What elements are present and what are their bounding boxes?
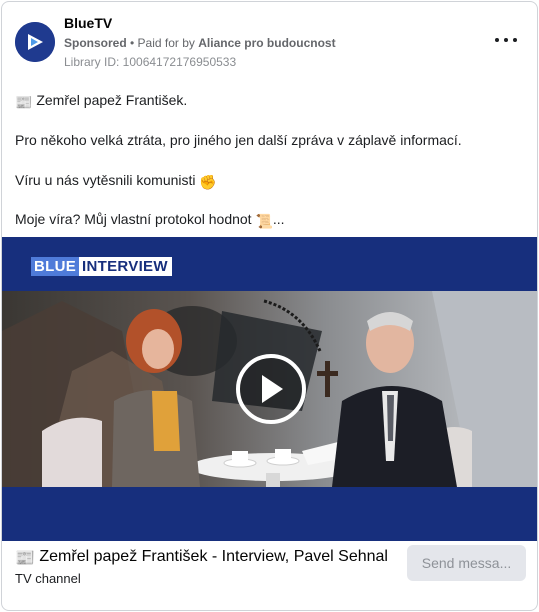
newspaper-icon: 📰	[15, 94, 33, 110]
video-banner-bottom	[2, 487, 537, 541]
post-line-2: Pro někoho velká ztráta, pro jiného jen …	[15, 132, 462, 148]
bluetv-logo-icon	[15, 22, 55, 62]
more-dot-icon	[504, 38, 508, 42]
more-dot-icon	[495, 38, 499, 42]
sponsored-line: Sponsored • Paid for by Aliance pro budo…	[64, 36, 336, 50]
link-title[interactable]: 📰 Zemřel papež František - Interview, Pa…	[15, 548, 388, 568]
see-more-ellipsis[interactable]: ...	[273, 211, 285, 227]
post-line-4: Moje víra? Můj vlastní protokol hodnot 📜…	[15, 211, 285, 230]
payer-name[interactable]: Aliance pro budoucnost	[198, 36, 335, 50]
more-options-button[interactable]	[495, 32, 517, 48]
sponsored-label[interactable]: Sponsored	[64, 36, 127, 50]
link-title-text: Zemřel papež František - Interview, Pave…	[39, 548, 388, 565]
scroll-icon: 📜	[255, 213, 273, 229]
post-line-4-text: Moje víra? Můj vlastní protokol hodnot	[15, 211, 252, 227]
play-icon	[262, 375, 283, 403]
post-line-3: Víru u nás vytěsnili komunisti ✊	[15, 172, 217, 191]
page-name[interactable]: BlueTV	[64, 15, 112, 31]
post-line-3-text: Víru u nás vytěsnili komunisti	[15, 172, 196, 188]
video-player[interactable]: BLUE INTERVIEW	[2, 237, 537, 541]
post-line-1-text: Zemřel papež František.	[36, 92, 188, 108]
meta-separator: •	[126, 36, 138, 50]
more-dot-icon	[513, 38, 517, 42]
play-button[interactable]	[236, 354, 306, 424]
page-avatar[interactable]	[15, 22, 55, 62]
library-id: Library ID: 10064172176950533	[64, 55, 237, 69]
link-subtitle: TV channel	[15, 571, 81, 586]
ad-card: BlueTV Sponsored • Paid for by Aliance p…	[1, 1, 538, 611]
blue-interview-logo: BLUE INTERVIEW	[31, 257, 172, 276]
paid-for-prefix: Paid for by	[137, 36, 199, 50]
logo-blue-text: BLUE	[31, 257, 80, 276]
send-message-button[interactable]: Send messa...	[407, 545, 526, 581]
newspaper-icon: 📰	[15, 550, 35, 567]
logo-interview-text: INTERVIEW	[79, 257, 172, 276]
post-line-1: 📰 Zemřel papež František.	[15, 92, 187, 111]
raised-fist-icon: ✊	[199, 174, 217, 190]
